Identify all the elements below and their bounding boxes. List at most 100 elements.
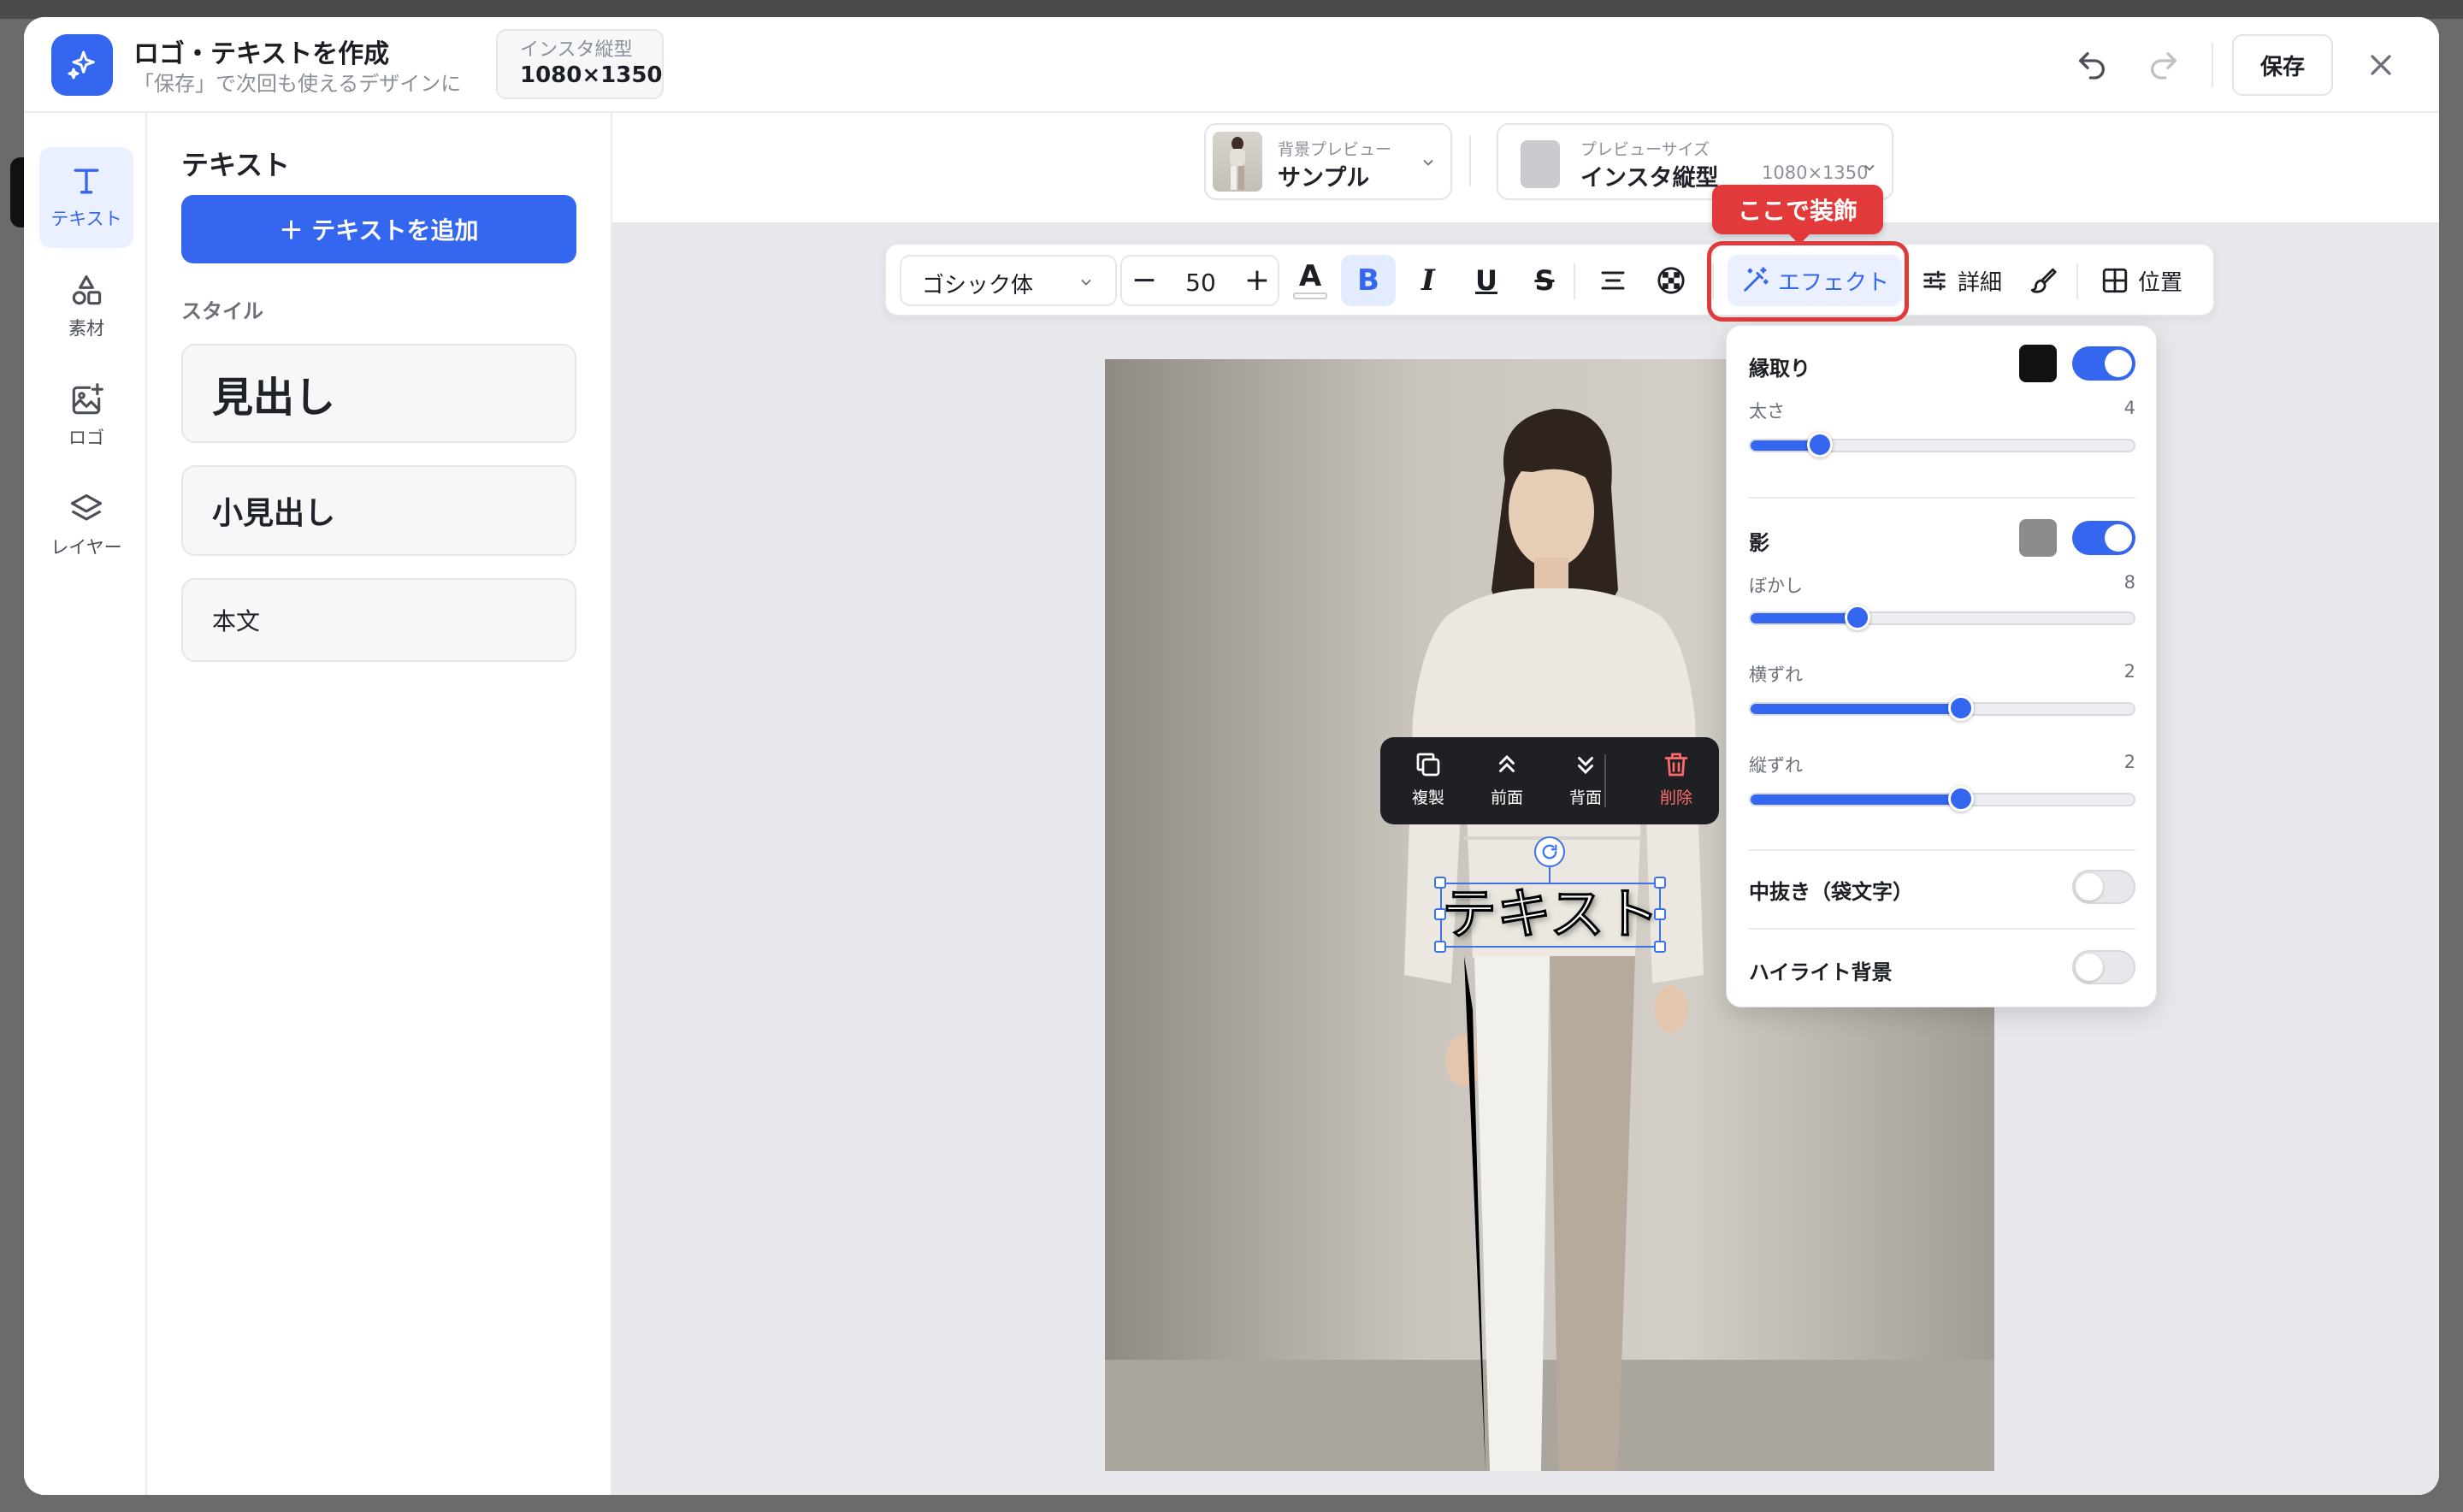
shadow-blur-slider[interactable] [1749, 605, 2135, 630]
hollow-label: 中抜き（袋文字） [1749, 880, 1913, 904]
effect-highlight-frame [1707, 241, 1909, 322]
bold-button[interactable]: B [1341, 255, 1396, 306]
shadow-offset-x-value: 2 [2123, 661, 2135, 682]
image-plus-icon [72, 383, 103, 415]
delete-button[interactable]: 削除 [1642, 749, 1710, 808]
detail-label: 詳細 [1957, 269, 2002, 296]
style-heading-card[interactable]: 見出し [181, 344, 576, 443]
resize-handle[interactable] [1654, 877, 1666, 889]
popover-divider [1749, 928, 2135, 930]
grid-icon [2102, 268, 2128, 293]
shadow-offset-y-label: 縦ずれ [1749, 755, 1803, 776]
preview-size-value: インスタ縦型 [1580, 165, 1719, 192]
text-toolbar: ゴシック体 − 50 + A B I U S エフェクト 詳細 位置 [884, 243, 2215, 316]
style-body-card[interactable]: 本文 [181, 578, 576, 662]
background-preview-key: 背景プレビュー [1278, 140, 1392, 159]
save-button[interactable]: 保存 [2232, 34, 2333, 96]
chevron-down-icon [1081, 279, 1091, 286]
layers-icon [70, 493, 103, 521]
bring-front-button[interactable]: 前面 [1473, 749, 1541, 808]
modal-header: ロゴ・テキストを作成 「保存」で次回も使えるデザインに インスタ縦型 1080×… [24, 17, 2439, 113]
resize-handle[interactable] [1654, 941, 1666, 953]
shadow-color-swatch[interactable] [2019, 519, 2057, 557]
format-chip: インスタ縦型 1080×1350 [496, 29, 664, 99]
position-label: 位置 [2137, 269, 2182, 296]
rail-item-text[interactable]: テキスト [39, 147, 133, 248]
chevron-down-icon [1864, 164, 1875, 171]
popover-divider [1749, 849, 2135, 851]
font-size-value[interactable]: 50 [1165, 269, 1237, 297]
position-button[interactable]: 位置 [2085, 255, 2198, 306]
panel-title: テキスト [181, 149, 291, 181]
undo-icon[interactable] [2075, 48, 2109, 82]
shadow-toggle[interactable] [2072, 521, 2135, 555]
opacity-button[interactable] [1644, 255, 1698, 306]
font-size-decrease-button[interactable]: − [1127, 262, 1161, 299]
detail-button[interactable]: 詳細 [1914, 255, 2008, 306]
add-text-button[interactable]: ＋ テキストを追加 [181, 195, 576, 263]
callout-badge: ここで装飾 [1712, 185, 1883, 245]
popover-divider [1749, 497, 2135, 499]
font-family-value: ゴシック体 [922, 273, 1034, 298]
delete-label: 削除 [1659, 788, 1692, 807]
context-menu-divider [1604, 754, 1606, 807]
shadow-blur-value: 8 [2123, 572, 2135, 593]
shadow-offset-y-value: 2 [2123, 752, 2135, 772]
effect-popover: 縁取り 太さ 4 影 ぼかし 8 横ずれ 2 縦ずれ 2 中抜き（袋文字） ハイ… [1726, 325, 2157, 1007]
style-subheading-card[interactable]: 小見出し [181, 465, 576, 556]
hollow-toggle[interactable] [2072, 870, 2135, 904]
backdrop [0, 0, 2463, 19]
toolbar-divider [1574, 263, 1575, 299]
resize-handle[interactable] [1434, 941, 1446, 953]
rotate-icon [1542, 844, 1557, 859]
header-divider [2212, 43, 2213, 87]
send-back-button[interactable]: 背面 [1551, 749, 1620, 808]
align-button[interactable] [1586, 255, 1640, 306]
page-subtitle: 「保存」で次回も使えるデザインに [133, 72, 462, 96]
background-preview-select[interactable]: 背景プレビュー サンプル [1204, 123, 1452, 200]
resize-handle[interactable] [1434, 877, 1446, 889]
highlight-toggle[interactable] [2072, 950, 2135, 984]
duplicate-button[interactable]: 複製 [1394, 749, 1462, 808]
outline-toggle[interactable] [2072, 346, 2135, 381]
rotate-handle[interactable] [1534, 836, 1565, 867]
editor-modal: ロゴ・テキストを作成 「保存」で次回も使えるデザインに インスタ縦型 1080×… [24, 17, 2439, 1495]
close-icon[interactable] [2364, 48, 2398, 82]
font-size-increase-button[interactable]: + [1240, 262, 1274, 299]
chevrons-down-icon [1578, 757, 1593, 775]
rail-item-layers[interactable]: レイヤー [39, 475, 133, 576]
shadow-label: 影 [1749, 531, 1769, 555]
sliders-icon [1923, 270, 1946, 291]
shadow-blur-label: ぼかし [1749, 576, 1803, 596]
bring-front-label: 前面 [1490, 788, 1523, 807]
rail-item-materials[interactable]: 素材 [39, 257, 133, 357]
preview-size-dims: 1080×1350 [1762, 162, 1869, 183]
preview-bar: 背景プレビュー サンプル プレビューサイズ インスタ縦型 1080×1350 [612, 113, 2439, 222]
style-heading: スタイル [181, 299, 263, 323]
text-color-button[interactable]: A [1283, 255, 1338, 306]
shadow-offset-y-slider[interactable] [1749, 786, 2135, 812]
preview-divider [1469, 135, 1471, 186]
text-icon [74, 168, 99, 194]
outline-thickness-slider[interactable] [1749, 432, 2135, 458]
shadow-offset-x-slider[interactable] [1749, 695, 2135, 721]
outline-color-swatch[interactable] [2019, 345, 2057, 382]
text-panel: テキスト ＋ テキストを追加 スタイル 見出し 小見出し 本文 [147, 113, 612, 1495]
italic-button[interactable]: I [1401, 255, 1456, 306]
shapes-icon [72, 275, 102, 305]
size-swatch [1521, 140, 1560, 188]
rail-label-text: テキスト [50, 209, 122, 229]
page-title: ロゴ・テキストを作成 [133, 39, 390, 69]
rail-item-logo[interactable]: ロゴ [39, 366, 133, 467]
resize-handle[interactable] [1654, 908, 1666, 920]
font-family-select[interactable]: ゴシック体 [900, 255, 1117, 306]
trash-icon [1664, 753, 1688, 777]
underline-button[interactable]: U [1459, 255, 1514, 306]
redo-icon[interactable] [2147, 48, 2181, 82]
outline-thickness-label: 太さ [1749, 401, 1785, 422]
paintbrush-icon [2030, 268, 2057, 293]
strikethrough-button[interactable]: S [1517, 255, 1572, 306]
resize-handle[interactable] [1434, 908, 1446, 920]
rail-label-logo: ロゴ [68, 428, 104, 448]
style-brush-button[interactable] [2017, 255, 2070, 306]
